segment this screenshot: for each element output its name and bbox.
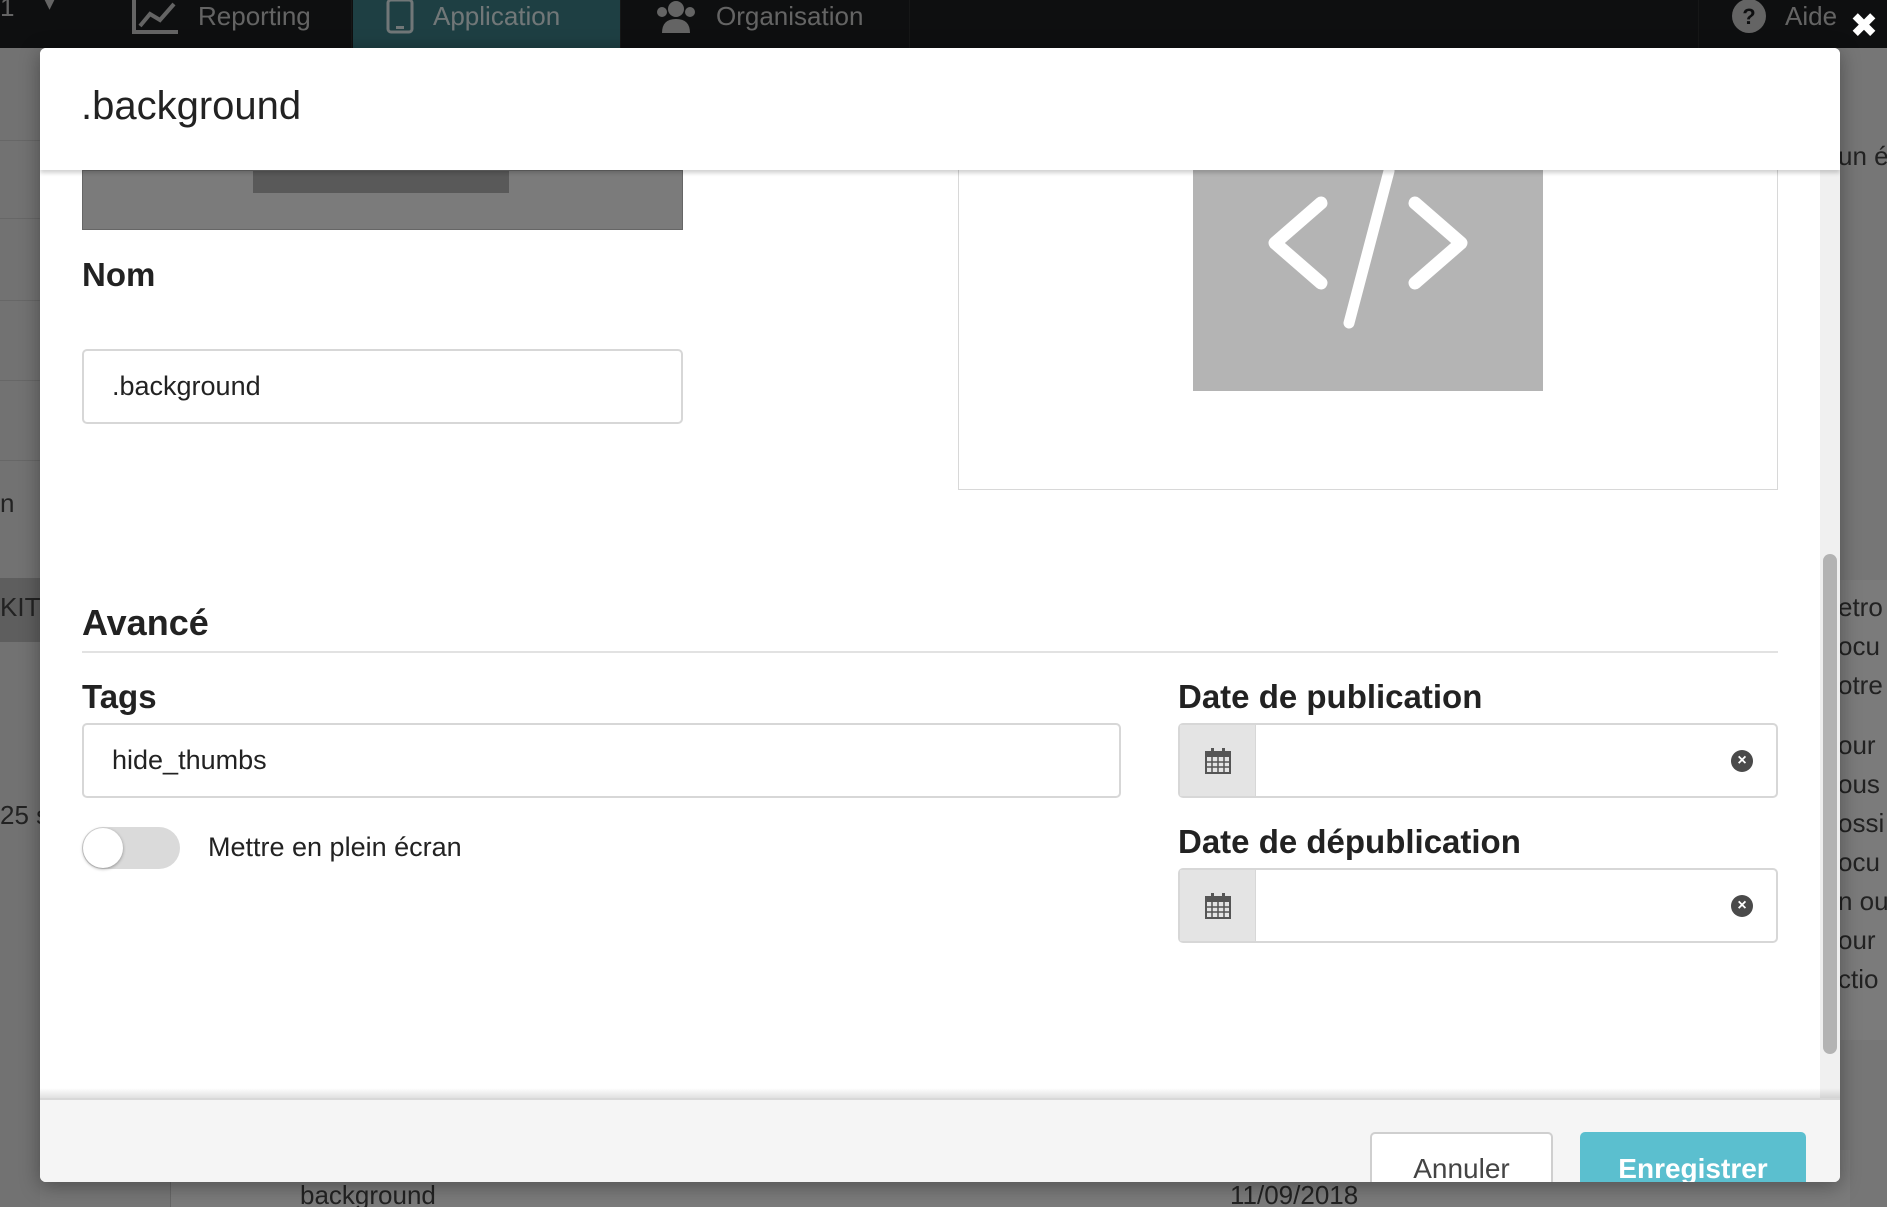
publish-date-input[interactable] — [1257, 725, 1717, 796]
calendar-icon-glyph — [1204, 747, 1231, 774]
calendar-icon[interactable] — [1180, 725, 1256, 796]
footer-shadow — [40, 1088, 1840, 1098]
thumbnail-inner — [253, 171, 509, 193]
save-button[interactable]: Enregistrer — [1580, 1132, 1806, 1182]
clear-icon[interactable]: × — [1731, 750, 1753, 772]
modal-body: Nom Avancé Tags Mettre en plein écran Da… — [40, 170, 1840, 1098]
modal-title: .background — [81, 84, 302, 128]
unpublish-date-label: Date de dépublication — [1178, 823, 1521, 860]
unpublish-date-input[interactable] — [1257, 870, 1717, 941]
calendar-icon-glyph — [1204, 892, 1231, 919]
toggle-knob — [83, 828, 123, 868]
thumbnail-image — [82, 170, 683, 230]
publish-date-label: Date de publication — [1178, 678, 1483, 715]
unpublish-date-group: × — [1178, 868, 1778, 943]
code-icon — [1268, 170, 1468, 329]
section-divider — [82, 651, 1778, 653]
modal-header: .background — [40, 48, 1840, 170]
close-icon[interactable]: ✖ — [1848, 9, 1880, 43]
advanced-section-title: Avancé — [82, 602, 209, 643]
code-preview-image — [1193, 170, 1543, 391]
nom-label: Nom — [82, 256, 156, 293]
nom-input[interactable] — [82, 349, 683, 424]
clear-icon[interactable]: × — [1731, 895, 1753, 917]
edit-modal: .background Nom Avancé Tags Mettre en pl… — [40, 48, 1840, 1182]
tags-input[interactable] — [82, 723, 1121, 798]
modal-footer: Annuler Enregistrer — [40, 1098, 1840, 1182]
scrollbar-thumb[interactable] — [1823, 554, 1837, 1054]
preview-panel — [958, 170, 1778, 490]
publish-date-group: × — [1178, 723, 1778, 798]
cancel-button[interactable]: Annuler — [1370, 1132, 1553, 1182]
tags-label: Tags — [82, 678, 157, 715]
fullscreen-toggle[interactable] — [82, 827, 180, 869]
calendar-icon[interactable] — [1180, 870, 1256, 941]
modal-scrollbar[interactable] — [1820, 170, 1840, 1098]
fullscreen-label: Mettre en plein écran — [208, 832, 462, 862]
